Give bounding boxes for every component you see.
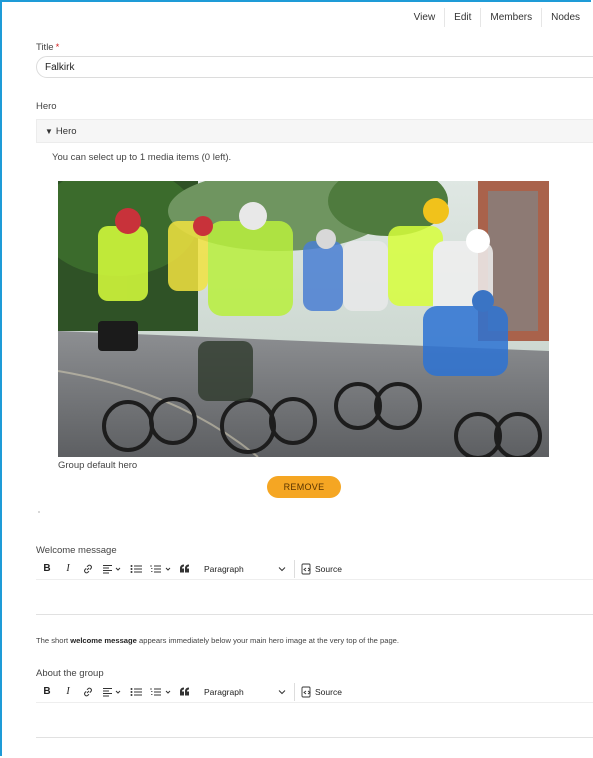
welcome-help-text: The short welcome message appears immedi… [36, 636, 399, 645]
media-limit-hint: You can select up to 1 media items (0 le… [52, 152, 232, 163]
bold-button[interactable]: B [36, 683, 58, 701]
bulleted-list-icon[interactable] [126, 683, 146, 701]
title-label-text: Title [36, 42, 54, 53]
bulleted-list-icon[interactable] [126, 560, 146, 578]
paragraph-label: Paragraph [204, 686, 244, 697]
hero-label: Hero [36, 101, 57, 112]
source-icon [301, 563, 311, 574]
blockquote-icon[interactable] [176, 560, 194, 578]
source-label: Source [315, 563, 342, 574]
source-button[interactable]: Source [294, 682, 346, 701]
help-pre: The short [36, 636, 71, 645]
help-post: appears immediately below your main hero… [136, 636, 400, 645]
source-icon [301, 686, 311, 697]
paragraph-select[interactable]: Paragraph [200, 683, 290, 701]
align-icon[interactable] [98, 560, 126, 578]
source-label: Source [315, 686, 342, 697]
chevron-down-icon [278, 689, 286, 694]
tab-edit[interactable]: Edit [444, 8, 480, 27]
welcome-label: Welcome message [36, 545, 117, 556]
about-editor[interactable] [36, 704, 593, 738]
welcome-toolbar: B I Paragraph Source [36, 558, 593, 580]
italic-button[interactable]: I [58, 560, 78, 578]
remove-button[interactable]: REMOVE [267, 476, 341, 498]
local-tabs: View Edit Members Nodes [405, 8, 589, 27]
paragraph-select[interactable]: Paragraph [200, 560, 290, 578]
hero-image [58, 181, 549, 457]
hero-caption: Group default hero [58, 460, 138, 471]
chevron-down-icon [278, 566, 286, 571]
tab-nodes[interactable]: Nodes [541, 8, 589, 27]
about-label: About the group [36, 668, 104, 679]
required-marker: * [55, 42, 60, 53]
italic-button[interactable]: I [58, 683, 78, 701]
source-button[interactable]: Source [294, 559, 346, 578]
blockquote-icon[interactable] [176, 683, 194, 701]
link-icon[interactable] [78, 683, 98, 701]
hero-details-summary[interactable]: ▼ Hero [36, 119, 593, 143]
align-icon[interactable] [98, 683, 126, 701]
about-toolbar: B I Paragraph Source [36, 681, 593, 703]
numbered-list-icon[interactable] [146, 560, 176, 578]
separator-dot [38, 511, 40, 513]
link-icon[interactable] [78, 560, 98, 578]
hero-summary-label: Hero [55, 126, 77, 137]
tab-view[interactable]: View [405, 8, 445, 27]
paragraph-label: Paragraph [204, 563, 244, 574]
help-bold: welcome message [70, 636, 137, 645]
numbered-list-icon[interactable] [146, 683, 176, 701]
welcome-editor[interactable] [36, 581, 593, 615]
tab-members[interactable]: Members [480, 8, 541, 27]
triangle-down-icon: ▼ [45, 127, 53, 136]
bold-button[interactable]: B [36, 560, 58, 578]
title-label: Title * [36, 42, 59, 53]
title-input[interactable]: Falkirk [36, 56, 593, 78]
